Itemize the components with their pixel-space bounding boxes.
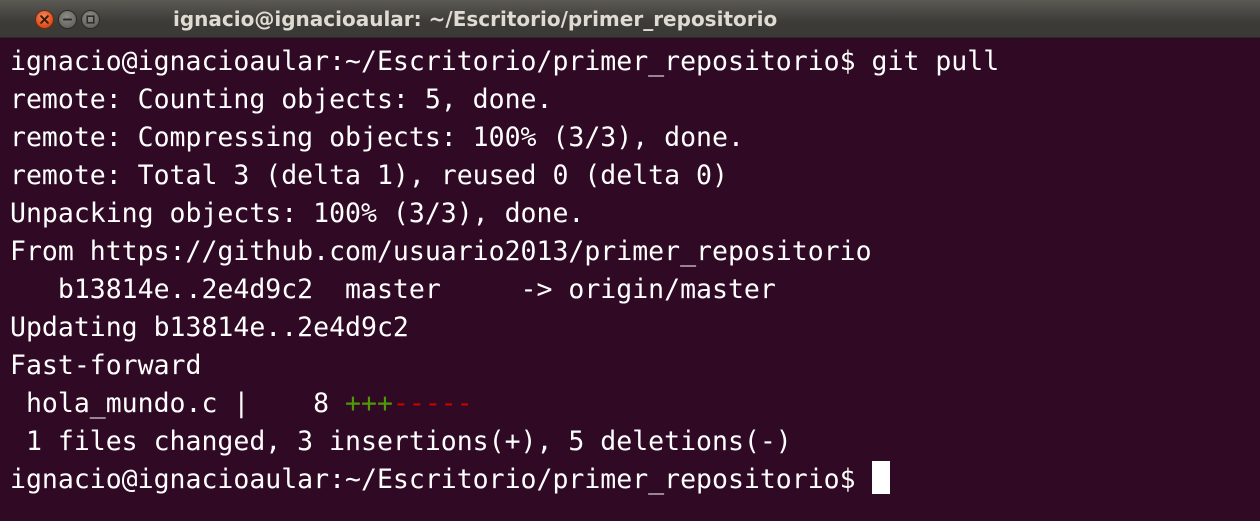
diffstat-file: hola_mundo.c | 8 <box>10 388 346 419</box>
terminal-line: remote: Counting objects: 5, done. <box>10 84 553 115</box>
text-cursor <box>871 461 890 494</box>
terminal-line: remote: Compressing objects: 100% (3/3),… <box>10 122 744 153</box>
terminal-window: ignacio@ignacioaular: ~/Escritorio/prime… <box>0 0 1260 521</box>
close-icon <box>40 15 49 24</box>
terminal-line: ignacio@ignacioaular:~/Escritorio/primer… <box>10 46 1000 77</box>
shell-prompt: ignacio@ignacioaular:~/Escritorio/primer… <box>10 464 872 495</box>
terminal-output[interactable]: ignacio@ignacioaular:~/Escritorio/primer… <box>10 43 1260 521</box>
terminal-line: Fast-forward <box>10 350 202 381</box>
prompt-line[interactable]: ignacio@ignacioaular:~/Escritorio/primer… <box>10 461 1260 499</box>
maximize-icon <box>86 15 95 24</box>
terminal-line: remote: Total 3 (delta 1), reused 0 (del… <box>10 160 728 191</box>
terminal-line: b13814e..2e4d9c2 master -> origin/master <box>10 274 776 305</box>
terminal-line: Unpacking objects: 100% (3/3), done. <box>10 198 585 229</box>
maximize-button[interactable] <box>81 10 100 29</box>
diffstat-deletions: ----- <box>392 388 473 419</box>
close-button[interactable] <box>35 10 54 29</box>
summary-line: 1 files changed, 3 insertions(+), 5 dele… <box>10 426 792 457</box>
terminal-line: From https://github.com/usuario2013/prim… <box>10 236 872 267</box>
terminal-line: Updating b13814e..2e4d9c2 <box>10 312 409 343</box>
diffstat-line: hola_mundo.c | 8 +++----- <box>10 385 1260 423</box>
diffstat-insertions: +++ <box>345 388 393 419</box>
window-title: ignacio@ignacioaular: ~/Escritorio/prime… <box>173 7 778 31</box>
minimize-button[interactable] <box>58 10 77 29</box>
minimize-icon <box>63 18 72 21</box>
title-bar[interactable]: ignacio@ignacioaular: ~/Escritorio/prime… <box>0 0 1260 38</box>
